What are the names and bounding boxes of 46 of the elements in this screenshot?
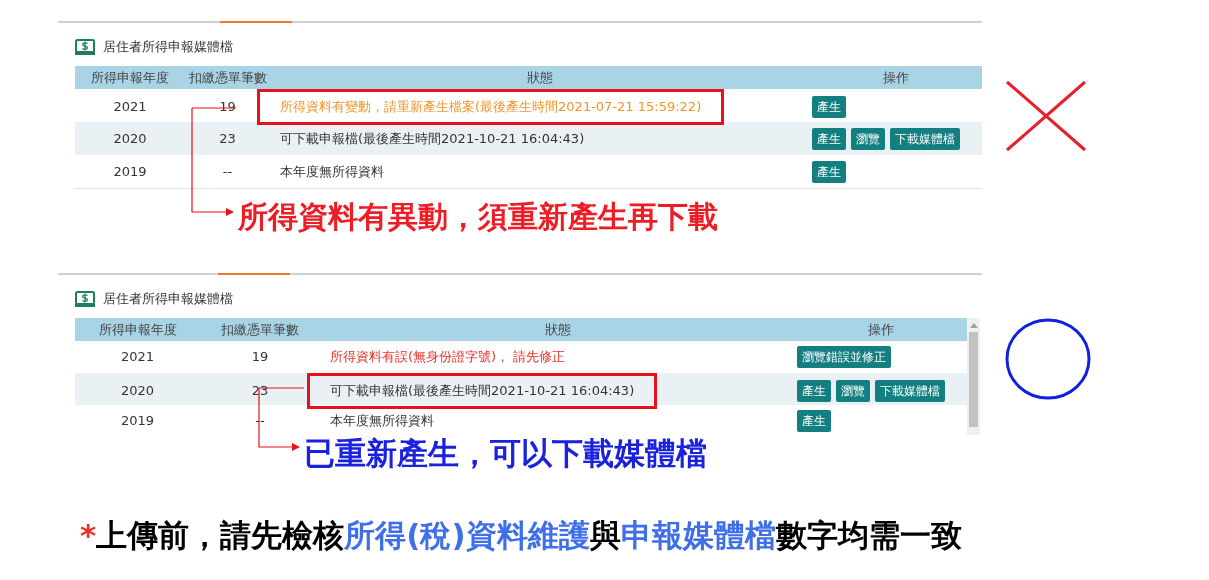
status-text: 所得資料有誤(無身份證字號)， 請先修正 bbox=[330, 348, 566, 367]
action-button[interactable]: 瀏覽錯誤並修正 bbox=[797, 346, 891, 368]
action-button[interactable]: 下載媒體檔 bbox=[890, 127, 960, 150]
panel-title: 居住者所得申報媒體檔 bbox=[103, 38, 233, 57]
column-header: 狀態 bbox=[544, 320, 571, 339]
action-button[interactable]: 產生 bbox=[812, 160, 846, 183]
table-cell-text: 2019 bbox=[120, 412, 155, 431]
column-header: 狀態 bbox=[527, 68, 553, 87]
scroll-up-icon[interactable] bbox=[969, 322, 978, 328]
status-text: 可下載申報檔(最後產生時間2021-10-21 16:04:43) bbox=[280, 129, 585, 148]
panel-title: 居住者所得申報媒體檔 bbox=[103, 290, 233, 309]
column-header: 扣繳憑單筆數 bbox=[188, 68, 267, 87]
action-button[interactable]: 產生 bbox=[797, 379, 831, 402]
table-cell-text: 2020 bbox=[120, 382, 155, 400]
active-tab-indicator bbox=[218, 273, 290, 275]
status-text: 可下載申報檔(最後產生時間2021-10-21 16:04:43) bbox=[307, 373, 658, 409]
column-header: 所得申報年度 bbox=[91, 68, 169, 87]
scrollbar-thumb[interactable] bbox=[969, 332, 978, 427]
table-cell-text: 23 bbox=[219, 129, 236, 148]
action-button[interactable]: 下載媒體檔 bbox=[875, 379, 945, 402]
note-text: *上傳前，請先檢核所得(稅)資料維護與申報媒體檔數字均需一致 bbox=[80, 516, 962, 555]
action-button[interactable]: 產生 bbox=[812, 127, 846, 150]
active-tab-indicator bbox=[220, 21, 292, 23]
status-text: 本年度無所得資料 bbox=[330, 412, 434, 431]
money-icon bbox=[75, 291, 95, 307]
table-cell-text: -- bbox=[222, 162, 233, 181]
table-cell-text: -- bbox=[255, 412, 265, 431]
table-cell-text: 2021 bbox=[120, 348, 155, 367]
column-header: 所得申報年度 bbox=[98, 320, 177, 339]
table-cell-text: 19 bbox=[251, 348, 269, 367]
annotation-text: 所得資料有異動，須重新產生再下載 bbox=[238, 198, 718, 236]
scrollbar[interactable] bbox=[967, 318, 980, 435]
action-button[interactable]: 瀏覽 bbox=[836, 379, 870, 402]
column-header: 操作 bbox=[883, 68, 909, 87]
money-icon bbox=[75, 39, 95, 55]
status-text: 本年度無所得資料 bbox=[280, 162, 384, 181]
action-button[interactable]: 產生 bbox=[812, 95, 846, 118]
column-header: 扣繳憑單筆數 bbox=[221, 320, 299, 339]
table-cell-text: 2019 bbox=[113, 162, 147, 181]
table-cell-text: 2020 bbox=[113, 129, 147, 148]
column-header: 操作 bbox=[868, 320, 894, 339]
status-text: 所得資料有變動，請重新產生檔案(最後產生時間2021-07-21 15:59:22) bbox=[257, 89, 725, 125]
action-button[interactable]: 瀏覽 bbox=[851, 127, 885, 150]
annotation-text: 已重新產生，可以下載媒體檔 bbox=[304, 434, 707, 473]
table-cell-text: 2021 bbox=[113, 98, 147, 116]
action-button[interactable]: 產生 bbox=[797, 410, 831, 432]
